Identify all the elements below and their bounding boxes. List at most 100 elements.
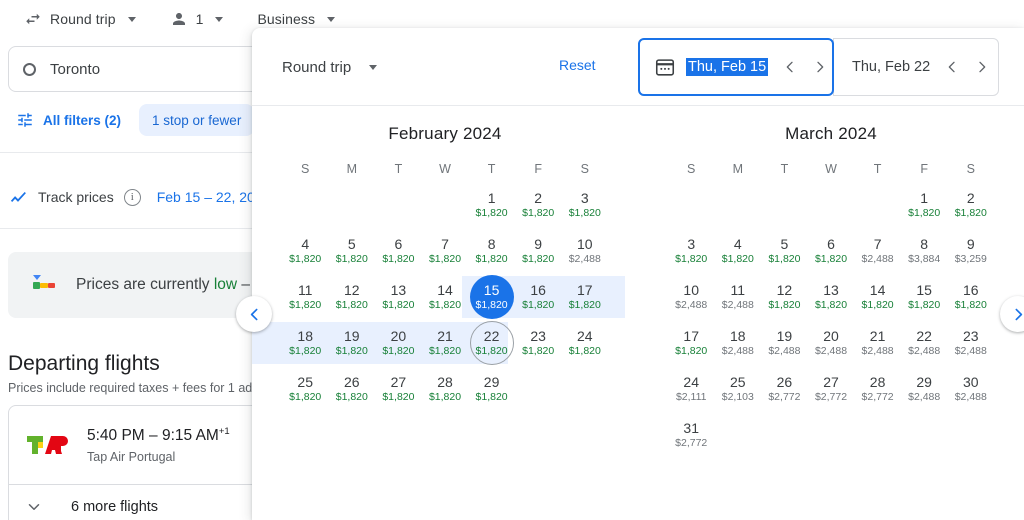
- calendar-day-cell[interactable]: 6 $1,820: [808, 228, 855, 274]
- info-icon[interactable]: i: [123, 188, 141, 206]
- calendar-day-cell[interactable]: 2 $1,820: [947, 182, 994, 228]
- origin-circle-icon: [23, 62, 36, 76]
- passengers-selector[interactable]: 1: [162, 3, 232, 35]
- day-number: 18: [730, 328, 746, 344]
- calendar-day-cell[interactable]: 21 $1,820: [422, 320, 469, 366]
- calendar-day-cell[interactable]: 16 $1,820: [947, 274, 994, 320]
- calendar-day-cell[interactable]: 4 $1,820: [282, 228, 329, 274]
- calendar-day-cell[interactable]: 13 $1,820: [375, 274, 422, 320]
- calendar-day-cell[interactable]: 7 $2,488: [854, 228, 901, 274]
- calendar-day-cell[interactable]: 20 $1,820: [375, 320, 422, 366]
- calendar-day-cell[interactable]: 15 $1,820: [901, 274, 948, 320]
- calendar-day-cell[interactable]: 20 $2,488: [808, 320, 855, 366]
- day-price: $1,820: [289, 391, 322, 403]
- calendar-day-cell[interactable]: 5 $1,820: [761, 228, 808, 274]
- day-number: 25: [730, 374, 746, 390]
- calendar-day-cell[interactable]: 18 $2,488: [715, 320, 762, 366]
- calendar-day-cell[interactable]: 2 $1,820: [515, 182, 562, 228]
- calendar-day-cell[interactable]: 23 $1,820: [515, 320, 562, 366]
- return-date-value: Thu, Feb 22: [852, 59, 931, 75]
- return-prev-day-button[interactable]: [940, 55, 964, 79]
- calendar-day-cell[interactable]: 12 $1,820: [761, 274, 808, 320]
- calendar-day-cell[interactable]: 5 $1,820: [329, 228, 376, 274]
- calendar-day-cell[interactable]: 27 $2,772: [808, 366, 855, 412]
- day-price: $2,488: [861, 253, 894, 265]
- calendar-day-cell[interactable]: 25 $2,103: [715, 366, 762, 412]
- day-number: 9: [534, 236, 543, 252]
- calendar-day-cell[interactable]: 28 $2,772: [854, 366, 901, 412]
- day-number: 23: [962, 328, 979, 344]
- calendar-day-cell[interactable]: 12 $1,820: [329, 274, 376, 320]
- calendar-day-cell[interactable]: 9 $1,820: [515, 228, 562, 274]
- calendar-day-cell[interactable]: 7 $1,820: [422, 228, 469, 274]
- reset-button[interactable]: Reset: [559, 57, 596, 73]
- track-date-range[interactable]: Feb 15 – 22, 202: [157, 189, 263, 205]
- calendar-day-cell[interactable]: 22 $2,488: [901, 320, 948, 366]
- calendar-day-cell[interactable]: 29 $2,488: [901, 366, 948, 412]
- return-next-day-button[interactable]: [970, 55, 994, 79]
- return-date-field[interactable]: Thu, Feb 22: [833, 38, 999, 96]
- calendar-day-cell[interactable]: 19 $2,488: [761, 320, 808, 366]
- calendar-day-cell[interactable]: 1 $1,820: [468, 182, 515, 228]
- day-number: 2: [534, 190, 543, 206]
- calendar-day-cell[interactable]: 14 $1,820: [854, 274, 901, 320]
- trip-type-selector[interactable]: Round trip: [16, 3, 144, 35]
- calendar-day-cell[interactable]: 9 $3,259: [947, 228, 994, 274]
- calendar-day-cell[interactable]: 22 $1,820: [468, 320, 515, 366]
- calendar-day-cell[interactable]: 15 $1,820: [468, 274, 515, 320]
- day-price: $2,488: [861, 345, 894, 357]
- calendar-day-cell[interactable]: 14 $1,820: [422, 274, 469, 320]
- calendar-day-cell[interactable]: 10 $2,488: [668, 274, 715, 320]
- month-title: March 2024: [785, 124, 877, 143]
- day-number: 10: [683, 282, 699, 298]
- calendar-day-cell[interactable]: 24 $1,820: [561, 320, 608, 366]
- departure-prev-day-button[interactable]: [778, 55, 802, 79]
- day-price: $1,820: [814, 253, 848, 265]
- calendar-day-cell[interactable]: 26 $1,820: [329, 366, 376, 412]
- day-number: 1: [487, 190, 496, 206]
- calendar-months: February 2024 S M T W T F S 1 $1,820 2 $1,820 3 $1,82…: [252, 106, 1024, 458]
- calendar-day-cell[interactable]: 25 $1,820: [282, 366, 329, 412]
- calendar-day-cell[interactable]: 24 $2,111: [668, 366, 715, 412]
- calendar-day-cell[interactable]: 28 $1,820: [422, 366, 469, 412]
- calendar-day-cell[interactable]: 3 $1,820: [668, 228, 715, 274]
- all-filters-button[interactable]: All filters (2): [8, 104, 129, 136]
- calendar-day-cell[interactable]: 11 $2,488: [715, 274, 762, 320]
- day-number: 10: [576, 236, 593, 252]
- departure-next-day-button[interactable]: [808, 55, 832, 79]
- day-price: $2,488: [908, 345, 941, 357]
- day-number: 3: [687, 236, 696, 252]
- calendar-day-cell[interactable]: 8 $3,884: [901, 228, 948, 274]
- calendar-day-cell[interactable]: 10 $2,488: [561, 228, 608, 274]
- day-price: $1,820: [568, 207, 601, 219]
- departure-date-field[interactable]: Thu, Feb 15: [638, 38, 834, 96]
- day-price: $2,488: [908, 391, 941, 403]
- previous-month-button[interactable]: [236, 296, 272, 332]
- calendar-day-cell[interactable]: 17 $1,820: [561, 274, 608, 320]
- day-price: $1,820: [475, 299, 508, 311]
- calendar-day-cell[interactable]: 13 $1,820: [808, 274, 855, 320]
- calendar-day-cell[interactable]: 8 $1,820: [468, 228, 515, 274]
- stops-filter-chip[interactable]: 1 stop or fewer: [139, 104, 255, 136]
- calendar-day-cell[interactable]: 21 $2,488: [854, 320, 901, 366]
- calendar-day-cell[interactable]: 1 $1,820: [901, 182, 948, 228]
- calendar-day-cell[interactable]: 3 $1,820: [561, 182, 608, 228]
- day-number: 7: [873, 236, 882, 252]
- day-price: $3,884: [908, 253, 941, 265]
- picker-trip-type-selector[interactable]: Round trip: [276, 50, 383, 84]
- calendar-day-cell[interactable]: 30 $2,488: [947, 366, 994, 412]
- calendar-day-cell[interactable]: 16 $1,820: [515, 274, 562, 320]
- calendar-day-cell[interactable]: 19 $1,820: [329, 320, 376, 366]
- calendar-day-cell[interactable]: 18 $1,820: [282, 320, 329, 366]
- day-price: $1,820: [568, 345, 601, 357]
- calendar-day-cell[interactable]: 29 $1,820: [468, 366, 515, 412]
- calendar-day-cell[interactable]: 17 $1,820: [668, 320, 715, 366]
- calendar-day-cell[interactable]: 6 $1,820: [375, 228, 422, 274]
- calendar-day-cell[interactable]: 31 $2,772: [668, 412, 715, 458]
- calendar-day-cell[interactable]: 11 $1,820: [282, 274, 329, 320]
- calendar-day-cell[interactable]: 27 $1,820: [375, 366, 422, 412]
- calendar-day-cell[interactable]: 23 $2,488: [947, 320, 994, 366]
- calendar-day-cell[interactable]: 4 $1,820: [715, 228, 762, 274]
- flight-search-page: Round trip 1 Business Toronto All filter…: [0, 0, 1024, 520]
- calendar-day-cell[interactable]: 26 $2,772: [761, 366, 808, 412]
